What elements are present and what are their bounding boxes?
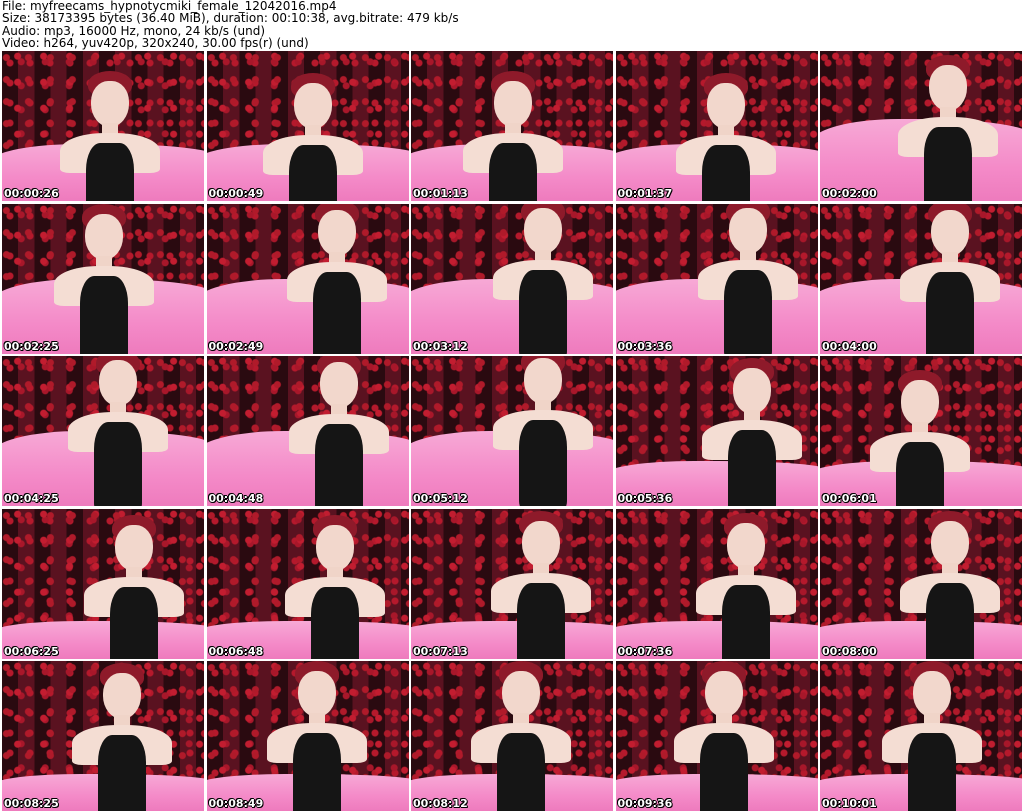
thumbnail-timestamp: 00:04:48 [208,492,264,505]
person-figure [463,71,563,201]
person-figure [68,356,168,506]
person-figure [900,203,1000,354]
video-thumbnail: 00:04:25 [2,356,204,506]
video-thumbnail: 00:07:13 [411,508,613,659]
thumbnail-timestamp: 00:03:12 [413,339,468,353]
thumbnail-timestamp: 00:06:48 [208,644,264,658]
thumbnail-timestamp: 00:10:01 [822,797,877,810]
person-figure [675,73,776,201]
person-figure [471,661,571,811]
person-figure [870,370,970,506]
person-figure [697,203,798,354]
thumbnail-timestamp: 00:08:00 [822,644,877,658]
video-thumbnail: 00:10:01 [820,661,1022,811]
thumbnail-grid: 00:00:26 00:00:49 00:01:13 00:01:37 00:0… [2,51,1022,811]
video-thumbnail: 00:07:36 [615,508,818,659]
person-figure [493,203,593,354]
thumbnail-timestamp: 00:02:00 [822,187,877,200]
thumbnail-timestamp: 00:05:36 [617,492,673,505]
thumbnail-timestamp: 00:01:13 [413,187,468,200]
video-thumbnail: 00:06:01 [820,356,1022,506]
video-thumbnail: 00:05:36 [615,356,818,506]
person-figure [898,55,998,201]
thumbnail-timestamp: 00:00:26 [4,187,59,200]
video-thumbnail: 00:06:25 [2,508,204,659]
thumbnail-timestamp: 00:07:36 [617,644,673,658]
thumbnail-timestamp: 00:06:25 [4,644,59,658]
thumbnail-timestamp: 00:09:36 [617,797,673,810]
person-figure [60,71,160,201]
video-thumbnail: 00:00:26 [2,51,204,201]
person-figure [695,512,796,659]
thumbnail-timestamp: 00:07:13 [413,644,468,658]
person-figure [266,661,367,811]
thumbnail-timestamp: 00:01:37 [617,187,673,200]
video-thumbnail: 00:09:36 [615,661,818,811]
thumbnail-timestamp: 00:06:01 [822,492,877,505]
video-thumbnail: 00:02:49 [206,203,409,354]
person-figure [701,358,802,506]
file-size-line: Size: 38173395 bytes (36.40 MiB), durati… [2,11,459,26]
person-figure [491,510,591,659]
video-info-line: Video: h264, yuv420p, 320x240, 30.00 fps… [2,36,309,51]
video-thumbnail: 00:05:12 [411,356,613,506]
thumbnail-timestamp: 00:05:12 [413,492,468,505]
file-info-header: File: myfreecams_hypnotycmiki_female_120… [2,0,1022,50]
video-thumbnail: 00:01:37 [615,51,818,201]
person-figure [882,661,982,811]
thumbnail-timestamp: 00:02:49 [208,339,264,353]
person-figure [673,661,774,811]
video-thumbnail: 00:04:48 [206,356,409,506]
video-thumbnail: 00:02:00 [820,51,1022,201]
video-thumbnail: 00:04:00 [820,203,1022,354]
video-thumbnail: 00:00:49 [206,51,409,201]
thumbnail-timestamp: 00:04:25 [4,492,59,505]
person-figure [72,663,172,811]
thumbnail-timestamp: 00:08:49 [208,797,264,810]
video-thumbnail: 00:02:25 [2,203,204,354]
video-thumbnail: 00:01:13 [411,51,613,201]
thumbnail-timestamp: 00:08:25 [4,797,59,810]
video-thumbnail: 00:06:48 [206,508,409,659]
person-figure [84,514,184,659]
thumbnail-timestamp: 00:03:36 [617,339,673,353]
thumbnail-timestamp: 00:08:12 [413,797,468,810]
video-thumbnail: 00:08:25 [2,661,204,811]
video-thumbnail: 00:08:49 [206,661,409,811]
thumbnail-timestamp: 00:04:00 [822,339,877,353]
person-figure [284,514,385,659]
person-figure [288,356,389,506]
person-figure [262,73,363,201]
video-thumbnail: 00:08:00 [820,508,1022,659]
person-figure [493,356,593,506]
person-figure [286,203,387,354]
thumbnail-timestamp: 00:00:49 [208,187,264,200]
person-figure [54,203,154,354]
video-thumbnail: 00:08:12 [411,661,613,811]
video-thumbnail: 00:03:36 [615,203,818,354]
person-figure [900,510,1000,659]
thumbnail-timestamp: 00:02:25 [4,339,59,353]
video-thumbnail: 00:03:12 [411,203,613,354]
